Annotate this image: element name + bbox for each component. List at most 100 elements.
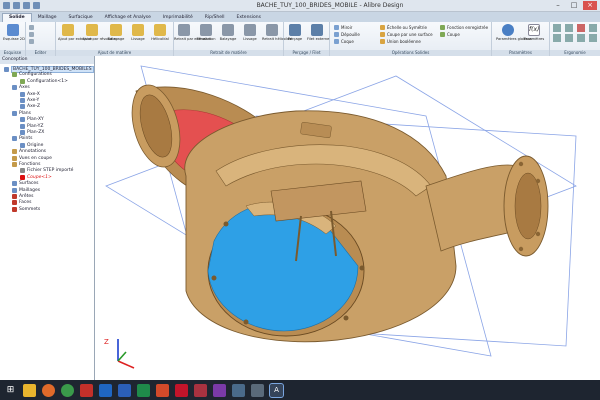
tree-item[interactable]: Configuration<1> — [20, 78, 68, 84]
saved-feature-tool[interactable]: Fonction enregistrée — [440, 24, 488, 31]
add-extrude-button[interactable]: Ajout par extrusion — [58, 24, 92, 41]
outlook-icon[interactable] — [99, 383, 112, 397]
tree-item[interactable]: Axe-Y — [20, 98, 39, 103]
paste-tool[interactable] — [29, 38, 34, 45]
tree-item[interactable]: Fonctions — [12, 162, 40, 167]
tree-item[interactable]: Faces — [12, 200, 32, 206]
tree-item[interactable]: Annotations — [12, 149, 46, 155]
copy-tool[interactable] — [29, 31, 34, 38]
edit-tools — [29, 24, 34, 45]
add-sweep-button[interactable]: Balayage — [106, 24, 126, 41]
firefox-icon[interactable] — [42, 383, 55, 397]
valve-body[interactable] — [124, 80, 549, 343]
chrome-icon[interactable] — [61, 383, 74, 397]
onenote-icon[interactable] — [213, 383, 226, 397]
revolve-icon — [86, 24, 98, 36]
ergonomie-tools — [553, 24, 599, 42]
close-button[interactable]: × — [583, 1, 597, 10]
ribbon-group-ergonomie: Ergonomie — [550, 22, 600, 56]
cut-sweep-label: Balayage — [219, 37, 237, 41]
boolean-union-tool[interactable]: Union booléenne — [380, 38, 433, 45]
ribbon-group-parametres: Paramètres globaux f(x) Paramètres Param… — [492, 22, 550, 56]
cut-tool[interactable] — [29, 24, 34, 31]
redo-icon[interactable] — [33, 2, 40, 9]
cut-loft-button[interactable]: Lissage — [240, 24, 260, 41]
photo-icon[interactable] — [232, 383, 245, 397]
tab-surfacique[interactable]: Surfacique — [62, 14, 98, 22]
cut-helical-button[interactable]: Retrait hélicoïdal — [262, 24, 292, 41]
tab-affichage[interactable]: Affichage et Analyse — [99, 14, 157, 22]
ergo-tool-icon[interactable] — [577, 34, 585, 42]
minimize-button[interactable]: – — [551, 1, 565, 10]
file-explorer-icon[interactable] — [23, 383, 36, 397]
surface-cut-tool[interactable]: Coupe par une surface — [380, 31, 433, 38]
powerpoint-icon[interactable] — [156, 383, 169, 397]
tree-item[interactable]: Points — [12, 136, 33, 142]
ribbon-group-editer: Éditer — [26, 22, 56, 56]
tab-extensions[interactable]: Extensions — [231, 14, 267, 22]
tab-solide[interactable]: Solide — [2, 13, 32, 22]
ribbon-group-percage: Perçage Filet externe Perçage / Filet — [284, 22, 330, 56]
alibre-icon[interactable]: A — [269, 382, 284, 398]
tree-item[interactable]: Axe-Z — [20, 104, 40, 110]
tree-item[interactable]: Plan-YZ — [20, 123, 44, 129]
thread-button[interactable]: Filet externe — [307, 24, 329, 41]
tree-item[interactable]: Origine — [20, 142, 43, 148]
draft-tool[interactable]: Dépouille — [334, 31, 360, 38]
add-loft-button[interactable]: Lissage — [128, 24, 148, 41]
add-revolve-button[interactable]: Ajout par révolution — [82, 24, 118, 41]
ergo-tool-icon[interactable] — [565, 34, 573, 42]
tree-item[interactable]: Arêtes — [12, 194, 33, 199]
add-helical-button[interactable]: Hélicoïdal — [150, 24, 170, 41]
tree-item[interactable]: Fichier STEP importé — [20, 168, 73, 174]
sketch-2d-button[interactable]: Esquisse 2D — [3, 24, 25, 41]
tree-item[interactable]: Maillages — [12, 187, 40, 193]
cut-revolve-button[interactable]: Révolution — [196, 24, 216, 41]
fx-icon: f(x) — [528, 24, 540, 36]
app-menu-icon[interactable] — [3, 2, 10, 9]
word-icon[interactable] — [118, 383, 131, 397]
tree-item[interactable]: Plans — [12, 110, 31, 116]
tree-item[interactable]: Axe-X — [20, 91, 40, 97]
scale-tool[interactable]: Échelle ou Symétrie — [380, 24, 433, 31]
design-explorer: Conception BACHE_TUY_100_BRIDES_MOBILES C… — [0, 56, 95, 380]
ergo-tool-icon[interactable] — [553, 34, 561, 42]
tree-item[interactable]: Sommets — [12, 206, 40, 212]
excel-icon[interactable] — [137, 383, 150, 397]
maximize-button[interactable]: □ — [567, 1, 581, 10]
save-icon[interactable] — [13, 2, 20, 9]
ergo-tool-icon[interactable] — [577, 24, 585, 32]
undo-icon[interactable] — [23, 2, 30, 9]
cut-extrude-button[interactable]: Retrait par extrusion — [174, 24, 211, 41]
tree-item[interactable]: Plan-ZX — [20, 130, 44, 135]
model-view[interactable]: Z — [96, 56, 600, 380]
tree-item[interactable]: Vues en coupe — [12, 155, 52, 161]
access-icon[interactable] — [194, 383, 207, 397]
ergo-tool-icon[interactable] — [589, 34, 597, 42]
ergo-tool-icon[interactable] — [589, 24, 597, 32]
mirror-tool[interactable]: Miroir — [334, 24, 360, 31]
windows-start-icon[interactable]: ⊞ — [4, 384, 17, 397]
tree-item[interactable]: Configurations — [12, 72, 52, 78]
ergo-tool-icon[interactable] — [565, 24, 573, 32]
tree-item[interactable]: Surfaces — [12, 181, 39, 187]
red-app-icon[interactable] — [80, 383, 93, 397]
tree-item[interactable]: Plan-XY — [20, 117, 44, 123]
global-params-button[interactable]: Paramètres globaux — [496, 24, 532, 41]
cut-sweep-button[interactable]: Balayage — [218, 24, 238, 41]
acrobat-icon[interactable] — [175, 383, 188, 397]
tab-imprimabilite[interactable]: Imprimabilité — [157, 14, 199, 22]
design-explorer-header: Conception — [0, 56, 94, 64]
tree-item[interactable]: Axes — [12, 85, 30, 91]
ergo-tool-icon[interactable] — [553, 24, 561, 32]
section-tool[interactable]: Coupe — [440, 31, 488, 38]
params-button[interactable]: f(x) Paramètres — [522, 24, 546, 41]
tree-item-label: Arêtes — [19, 194, 34, 199]
tab-rip-shell[interactable]: Rip/Shell — [199, 14, 231, 22]
hole-button[interactable]: Perçage — [285, 24, 305, 41]
tab-maillage[interactable]: Maillage — [32, 14, 63, 22]
tree-item[interactable]: Coupe<1> — [20, 174, 52, 180]
gear-icon[interactable] — [251, 383, 264, 397]
3d-viewport[interactable]: Z — [96, 56, 600, 380]
shell-tool[interactable]: Coque — [334, 38, 360, 45]
